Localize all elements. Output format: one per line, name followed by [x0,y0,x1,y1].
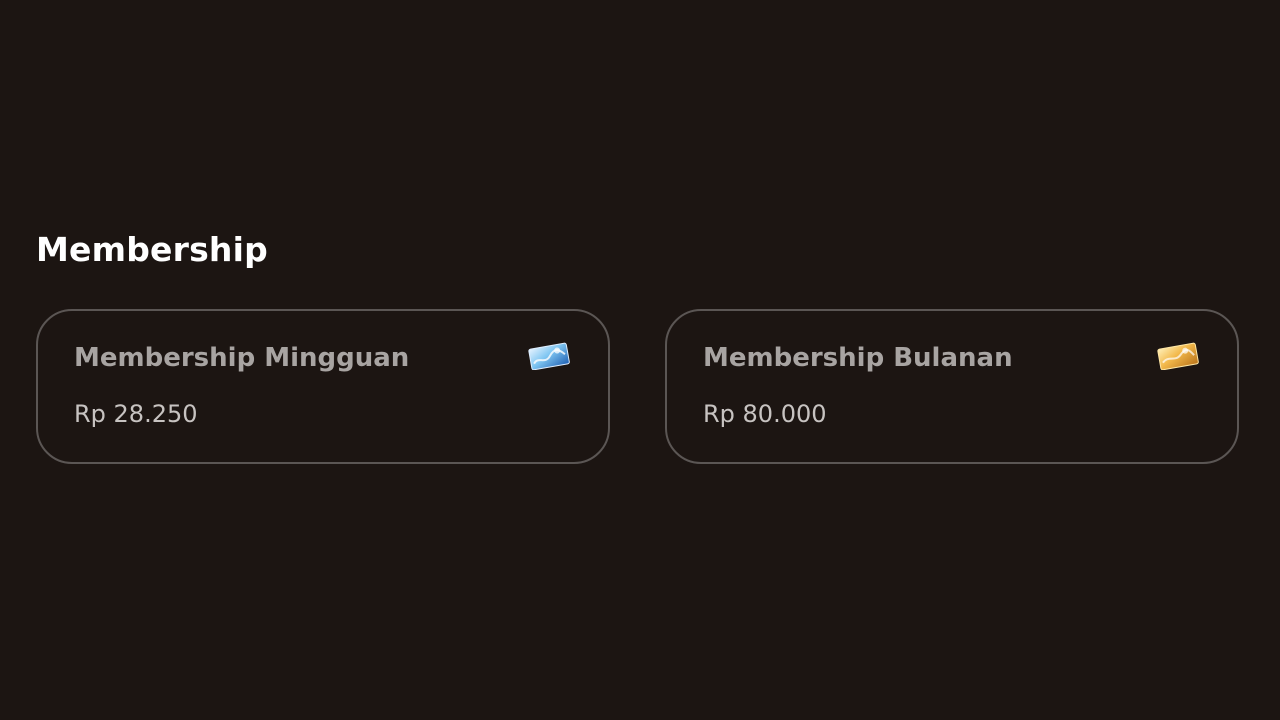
section-title: Membership [36,230,268,269]
plan-price: Rp 80.000 [703,400,827,428]
gold-card-icon [1157,342,1199,370]
membership-page: Membership Membership Mingguan Rp 28.250 [0,0,1280,720]
membership-cards: Membership Mingguan Rp 28.250 Membership… [36,309,1243,467]
plan-name: Membership Bulanan [703,343,1013,373]
membership-monthly-card[interactable]: Membership Bulanan Rp 80.000 [665,309,1239,464]
blue-card-icon [528,342,570,370]
plan-price: Rp 28.250 [74,400,198,428]
membership-weekly-card[interactable]: Membership Mingguan Rp 28.250 [36,309,610,464]
plan-name: Membership Mingguan [74,343,410,373]
